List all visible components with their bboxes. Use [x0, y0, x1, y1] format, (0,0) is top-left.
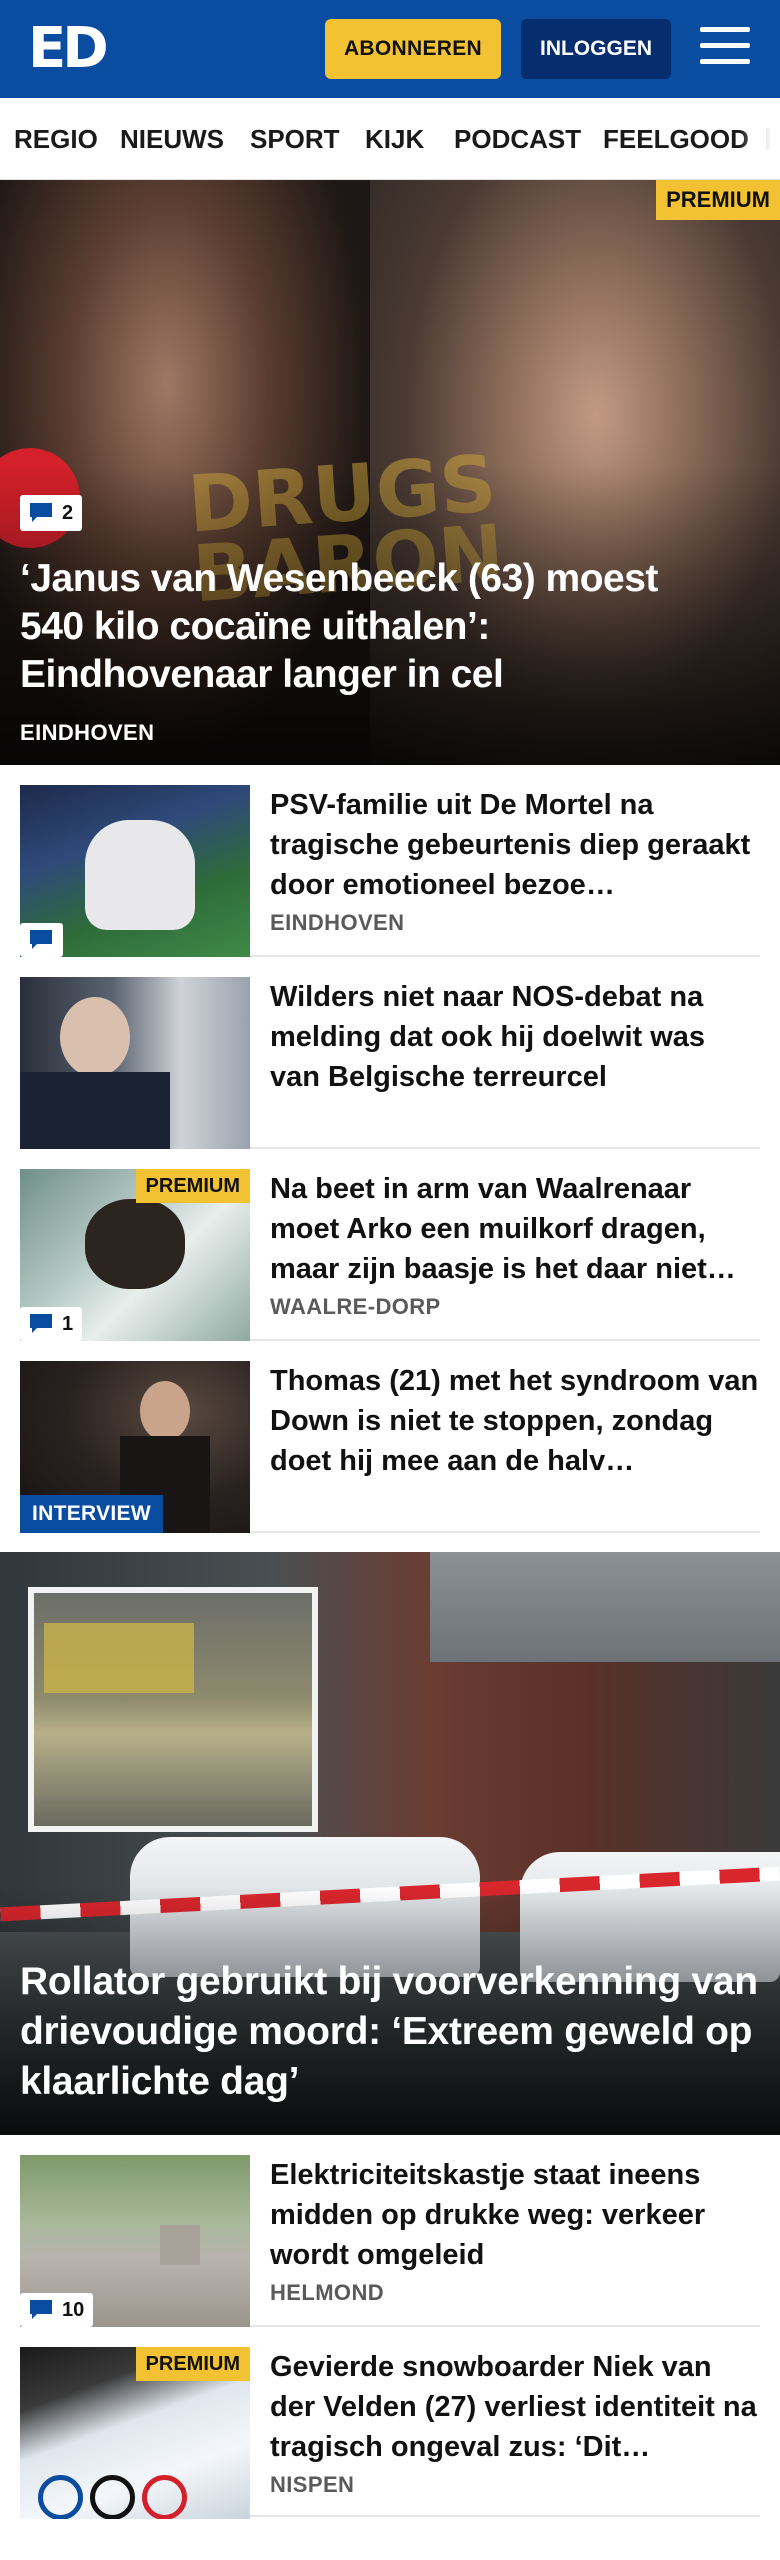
article-title[interactable]: Gevierde snowboarder Niek van der Velden… [270, 2347, 760, 2467]
article-title[interactable]: Elektriciteitskastje staat ineens midden… [270, 2155, 760, 2275]
premium-badge: PREMIUM [656, 180, 780, 220]
comment-count: 2 [62, 501, 74, 524]
article-thumbnail: INTERVIEW [20, 1361, 250, 1533]
olympic-ring [38, 2475, 83, 2519]
comment-icon [30, 1314, 52, 1333]
olympic-ring [142, 2475, 187, 2519]
hero-location: EINDHOVEN [20, 720, 155, 745]
site-header: ED ABONNEREN INLOGGEN [0, 0, 780, 98]
site-logo[interactable]: ED [28, 20, 109, 78]
article-title[interactable]: Na beet in arm van Waalrenaar moet Arko … [270, 1169, 760, 1289]
nav-item-podcast[interactable]: PODCAST [454, 98, 581, 179]
article-location: EINDHOVEN [270, 910, 405, 935]
feature-inset-image [28, 1587, 318, 1832]
subscribe-button[interactable]: ABONNEREN [325, 19, 501, 79]
person-head [140, 1381, 190, 1441]
person-head [60, 997, 130, 1077]
inset-house [44, 1623, 194, 1693]
premium-badge: PREMIUM [135, 1169, 250, 1203]
list-item[interactable]: PREMIUM Gevierde snowboarder Niek van de… [20, 2327, 760, 2519]
dog-figure [85, 1199, 185, 1289]
olympic-ring [90, 2475, 135, 2519]
comment-icon [30, 930, 52, 949]
section-nav: REGIO NIEUWS SPORT KIJK PODCAST FEELGOOD [0, 98, 780, 180]
nav-item-regio[interactable]: REGIO [14, 98, 98, 179]
feature-bg-sky [430, 1552, 780, 1662]
feature-title[interactable]: Rollator gebruikt bij voorverkenning van… [20, 1957, 760, 2107]
nav-item-kijk[interactable]: KIJK [365, 98, 424, 179]
nav-item-feelgood[interactable]: FEELGOOD [603, 98, 749, 179]
comment-count: 10 [62, 2298, 85, 2321]
comment-count-badge[interactable]: 2 [20, 495, 83, 531]
comment-count-badge[interactable]: 10 [20, 2293, 94, 2327]
list-item[interactable]: Wilders niet naar NOS-debat na melding d… [20, 957, 760, 1149]
article-thumbnail: PREMIUM [20, 2347, 250, 2519]
hero-article[interactable]: DRUGS BARON PREMIUM 2 ‘Janus van Wesenbe… [0, 180, 780, 765]
article-title[interactable]: Thomas (21) met het syndroom van Down is… [270, 1361, 760, 1481]
article-thumbnail: PREMIUM 1 [20, 1169, 250, 1341]
electric-box [160, 2225, 200, 2265]
article-thumbnail [20, 977, 250, 1149]
nav-item-sport[interactable]: SPORT [250, 98, 340, 179]
premium-badge: PREMIUM [135, 2347, 250, 2381]
feature-article[interactable]: Rollator gebruikt bij voorverkenning van… [0, 1552, 780, 2135]
comment-count: 1 [62, 1312, 74, 1335]
interview-tag: INTERVIEW [20, 1495, 163, 1533]
list-item[interactable]: PREMIUM 1 Na beet in arm van Waalrenaar … [20, 1149, 760, 1341]
article-thumbnail [20, 785, 250, 957]
comment-badge[interactable] [20, 923, 63, 957]
list-item[interactable]: PSV-familie uit De Mortel na tragische g… [20, 765, 760, 957]
hero-title[interactable]: ‘Janus van Wesenbeeck (63) moest 540 kil… [20, 555, 720, 699]
list-item[interactable]: 10 Elektriciteitskastje staat ineens mid… [20, 2135, 760, 2327]
hamburger-menu-icon[interactable] [700, 27, 750, 71]
article-location: WAALRE-DORP [270, 1294, 441, 1319]
player-figure [85, 820, 195, 930]
article-title[interactable]: PSV-familie uit De Mortel na tragische g… [270, 785, 760, 905]
login-button[interactable]: INLOGGEN [521, 19, 671, 79]
article-location: NISPEN [270, 2472, 355, 2497]
comment-count-badge[interactable]: 1 [20, 1307, 83, 1341]
article-title[interactable]: Wilders niet naar NOS-debat na melding d… [270, 977, 760, 1097]
comment-icon [30, 2300, 52, 2319]
nav-item-nieuws[interactable]: NIEUWS [120, 98, 224, 179]
person-suit [20, 1072, 170, 1149]
article-thumbnail: 10 [20, 2155, 250, 2327]
nav-fade [740, 98, 780, 179]
article-location: HELMOND [270, 2280, 385, 2305]
list-item[interactable]: INTERVIEW Thomas (21) met het syndroom v… [20, 1341, 760, 1533]
comment-icon [30, 503, 52, 522]
